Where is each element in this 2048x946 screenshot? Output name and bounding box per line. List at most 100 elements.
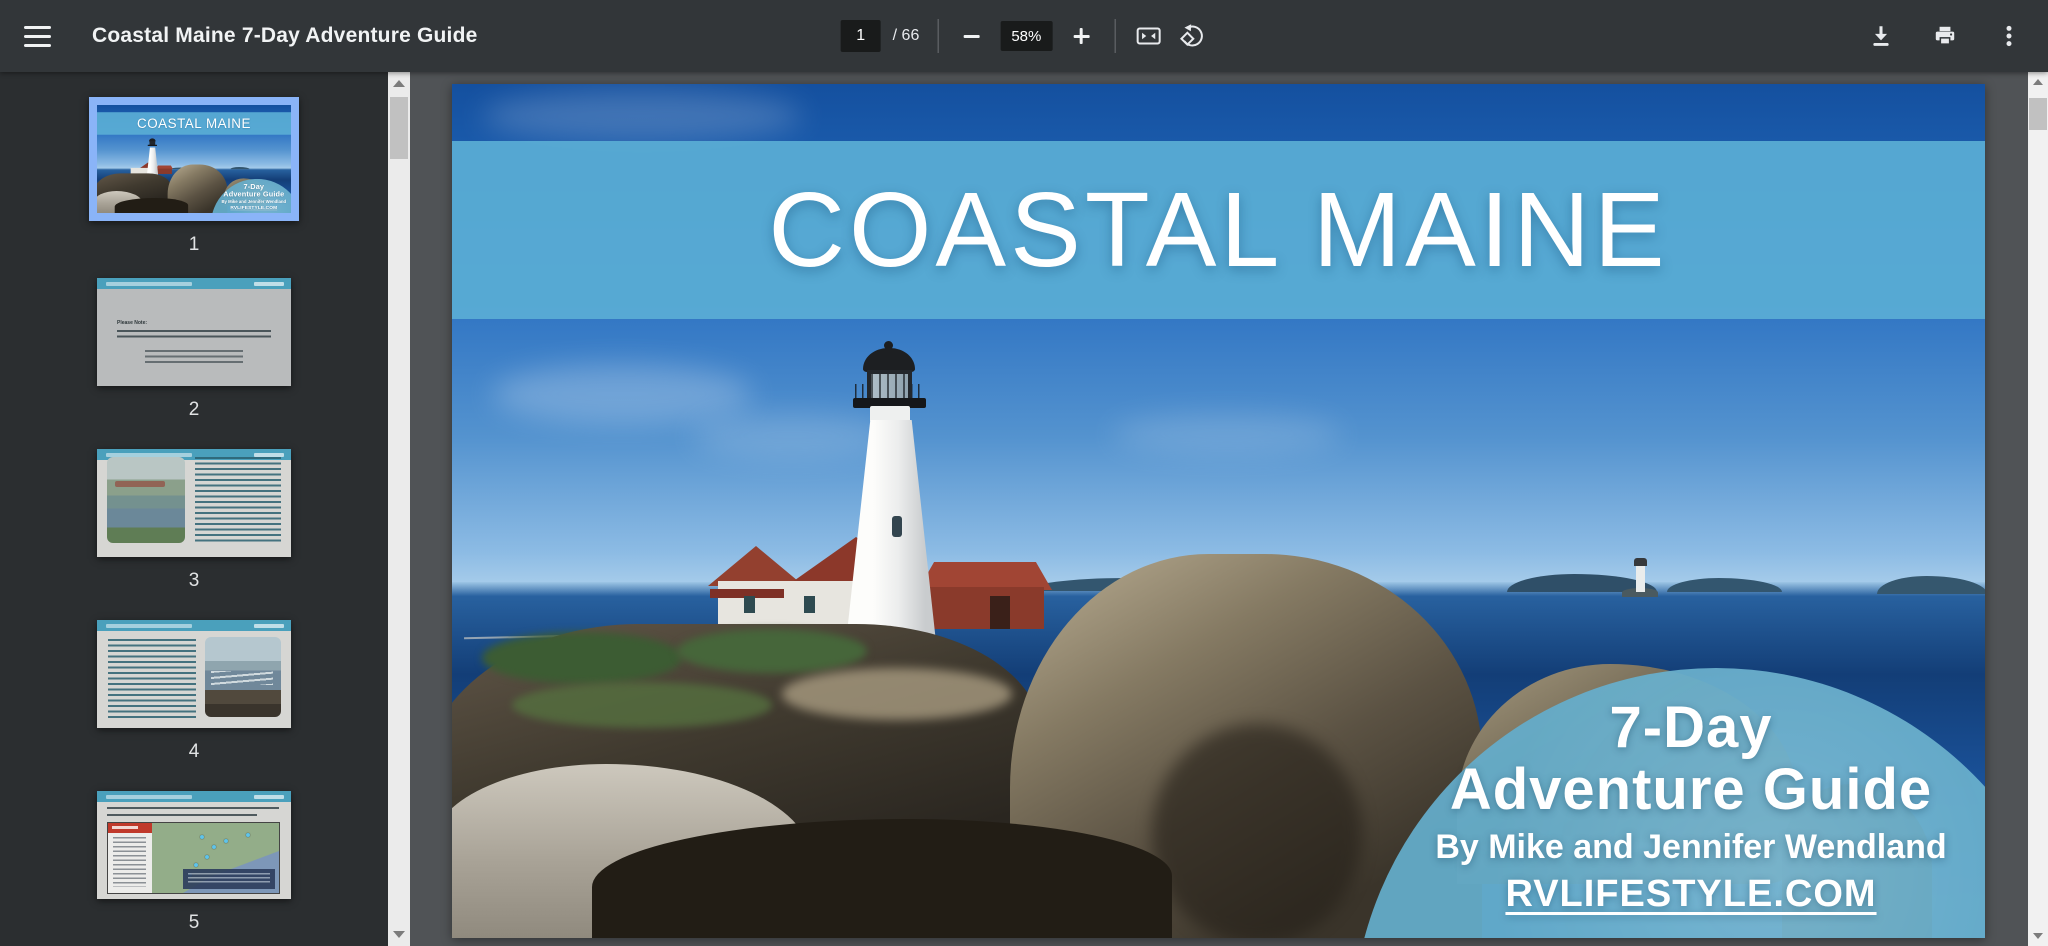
badge-text: 7-Day Adventure Guide By Mike and Jennif… [1397,698,1985,918]
thumbnail-page-number: 1 [189,234,200,258]
thumbnail-page-3[interactable]: 3 [97,449,291,594]
badge-line4: RVLIFESTYLE.COM [217,204,291,210]
toolbar-right-group [1864,0,2026,72]
thumbnail-column: COASTAL MAINE 7-Day Adventure Guide By M… [0,72,388,936]
menu-icon[interactable] [24,20,56,52]
thumbnail-frame [97,620,291,728]
cloud [482,90,802,142]
thumbnail-page-number: 5 [189,912,200,936]
lighthouse-gallery [148,145,157,146]
lighthouse-glass [871,374,908,398]
zoom-out-button[interactable] [956,21,986,51]
zoom-level-value[interactable]: 58% [1000,21,1052,51]
title-band: COASTAL MAINE [452,141,1985,319]
scroll-up-arrow[interactable] [2033,79,2043,85]
thumbnail-cover-art: COASTAL MAINE 7-Day Adventure Guide By M… [97,105,291,213]
mini-map-panel-lines [113,837,146,887]
map-marker [224,839,228,843]
thumbnail-page-1[interactable]: COASTAL MAINE 7-Day Adventure Guide By M… [89,97,299,258]
badge-line2: Adventure Guide [217,190,291,198]
house-window [804,596,815,613]
map-marker [194,863,198,867]
mini-harbor-photo [107,457,185,543]
document-viewer: COASTAL MAINE 7-Day Adventure Guide By M… [410,72,2048,946]
download-icon [1868,23,1894,49]
plus-icon [1073,28,1089,44]
cloud [1112,414,1342,454]
mini-coast-photo [205,637,281,717]
main-scrollbar[interactable] [2028,72,2048,946]
main-scrollbar-thumb[interactable] [2029,98,2047,130]
mini-page-header [97,620,291,631]
print-icon [1932,23,1958,49]
badge-line1: 7-Day [217,183,291,191]
distant-lighthouse-cap [1634,558,1647,566]
badge-line4: RVLIFESTYLE.COM [1397,870,1985,918]
print-button[interactable] [1928,19,1962,53]
mini-text-lines [145,350,243,363]
mini-text-lines [108,639,196,721]
house-window [744,596,755,613]
lighthouse-upper-drum [870,406,910,422]
rocks [115,198,188,213]
hamburger-bar [24,35,51,38]
fit-to-width-icon [1134,24,1162,48]
sidebar-scrollbar-thumb[interactable] [390,97,408,159]
cloud [692,414,892,458]
thumbnail-page-art: Please Note: [97,278,291,386]
mini-map [108,823,279,893]
toolbar-divider [937,19,938,53]
more-options-button[interactable] [1992,19,2026,53]
thumbnail-frame [97,791,291,899]
title-band: COASTAL MAINE [97,112,291,135]
page-number-input[interactable] [841,20,881,52]
cover-title: COASTAL MAINE [137,116,251,131]
zoom-in-button[interactable] [1066,21,1096,51]
toolbar-center-group: / 66 58% [841,0,1208,72]
mini-map-overlay [183,869,275,889]
shed [157,169,172,174]
thumbnail-page-2[interactable]: Please Note: 2 [97,278,291,423]
toolbar-divider [1114,19,1115,53]
scroll-down-arrow[interactable] [2033,933,2043,939]
shed [928,587,1044,629]
shed-door [990,596,1010,629]
thumbnail-selection-frame: COASTAL MAINE 7-Day Adventure Guide By M… [89,97,299,221]
scroll-down-arrow[interactable] [393,931,405,938]
mini-map-panel-header [108,823,152,833]
mini-text-lines [107,807,279,811]
thumbnail-frame: Please Note: [97,278,291,386]
scroll-up-arrow[interactable] [393,80,405,87]
thumbnail-page-5[interactable]: 5 [97,791,291,936]
badge-line2: Adventure Guide [1397,758,1985,822]
shed-roof [918,562,1052,590]
hamburger-bar [24,44,51,47]
mini-text-lines [195,457,281,545]
minus-icon [963,28,979,44]
mini-page-header [97,278,291,289]
map-marker [246,833,250,837]
mini-page-header [97,791,291,802]
thumbnail-page-art [97,791,291,899]
fit-to-width-button[interactable] [1133,21,1163,51]
mini-snippet: Please Note: [117,320,147,326]
hamburger-bar [24,26,51,29]
thumbnail-page-number: 2 [189,399,200,423]
sidebar-scrollbar[interactable] [388,72,410,946]
document-title: Coastal Maine 7-Day Adventure Guide [92,24,477,48]
mini-text-lines [117,330,271,341]
lighthouse-window [892,516,902,537]
cloud [492,364,752,424]
map-marker [212,845,216,849]
badge-text: 7-Day Adventure Guide By Mike and Jennif… [217,183,291,211]
cover-art-mini: COASTAL MAINE 7-Day Adventure Guide By M… [97,105,291,213]
toolbar-left-group: Coastal Maine 7-Day Adventure Guide [24,0,477,72]
page-count-label: / 66 [893,27,920,45]
rotate-counterclockwise-button[interactable] [1177,21,1207,51]
path [782,668,1012,720]
thumbnail-page-4[interactable]: 4 [97,620,291,765]
thumbnail-page-number: 3 [189,570,200,594]
map-marker [200,835,204,839]
rock-shadow [1152,724,1362,938]
download-button[interactable] [1864,19,1898,53]
